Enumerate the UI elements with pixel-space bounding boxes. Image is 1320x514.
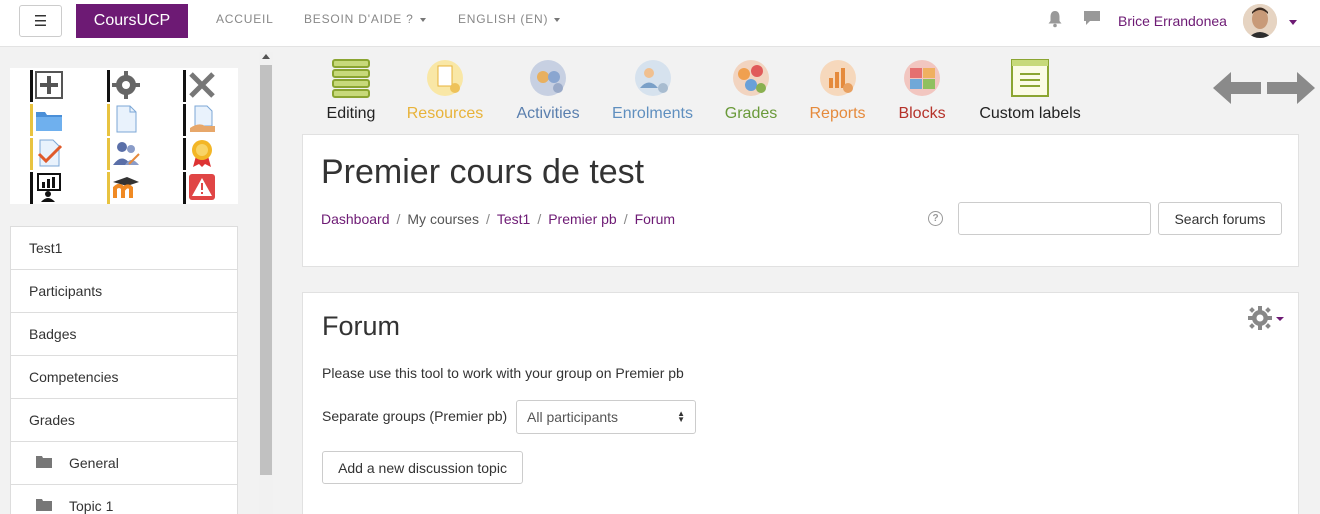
chevron-down-icon	[419, 17, 426, 22]
select-arrows-icon: ▲ ▼	[677, 409, 685, 424]
scroll-up-arrow-icon[interactable]	[262, 54, 270, 59]
brand-logo[interactable]: CoursUCP	[76, 4, 188, 38]
search-forums-button[interactable]: Search forums	[1158, 202, 1282, 235]
tool-label: Enrolments	[612, 105, 693, 122]
page-title: Premier cours de test	[321, 153, 645, 191]
folder-icon	[36, 499, 52, 511]
report-icon[interactable]	[30, 172, 64, 204]
sidebar-item-label: Participants	[29, 283, 103, 299]
gear-icon	[1248, 306, 1284, 330]
breadcrumb-current[interactable]: Forum	[635, 211, 675, 227]
sidebar-item-label: Grades	[29, 412, 75, 428]
nav-link-home[interactable]: ACCUEIL	[216, 12, 274, 26]
folder-icon[interactable]	[30, 104, 64, 136]
file-share-icon[interactable]	[183, 104, 217, 136]
group-select[interactable]: All participants ▲ ▼	[516, 400, 696, 434]
tool-activities[interactable]: Activities	[512, 58, 584, 123]
breadcrumb-link[interactable]: Dashboard	[321, 211, 390, 227]
chat-icon[interactable]	[1083, 10, 1101, 26]
breadcrumb-separator: /	[537, 211, 542, 227]
tool-editing[interactable]: Editing	[326, 58, 376, 123]
gear-icon[interactable]	[107, 70, 141, 102]
chevron-down-icon	[554, 17, 561, 22]
page-header-card: Premier cours de test Dashboard / My cours…	[302, 134, 1299, 267]
breadcrumb-link[interactable]: My courses	[407, 211, 479, 227]
search-input[interactable]	[958, 202, 1151, 235]
sidebar-item-general[interactable]: General	[11, 442, 237, 485]
breadcrumb-separator: /	[623, 211, 628, 227]
tool-label: Grades	[724, 105, 778, 122]
custom-labels-icon	[1011, 59, 1049, 97]
tool-grades[interactable]: Grades	[722, 58, 780, 123]
add-discussion-button[interactable]: Add a new discussion topic	[322, 451, 523, 484]
bell-icon[interactable]	[1047, 10, 1063, 28]
reports-icon	[819, 60, 856, 96]
sidebar-item-label: Test1	[29, 240, 63, 256]
enrolments-icon	[634, 60, 671, 96]
grades-icon	[733, 60, 769, 96]
group-select-value: All participants	[527, 409, 619, 425]
move-arrows-icon[interactable]	[1213, 70, 1315, 106]
tool-reports[interactable]: Reports	[806, 58, 869, 123]
tool-blocks[interactable]: Blocks	[896, 58, 948, 123]
assignment-icon[interactable]	[30, 138, 64, 170]
user-menu-chevron-icon[interactable]	[1289, 20, 1297, 25]
nav-link-language[interactable]: ENGLISH (EN)	[458, 12, 561, 26]
sidebar-scrollbar[interactable]	[259, 52, 273, 514]
folder-icon	[36, 456, 52, 468]
delete-icon[interactable]	[183, 70, 217, 102]
tool-custom-labels[interactable]: Custom labels	[978, 58, 1082, 123]
breadcrumb-link[interactable]: Test1	[497, 211, 530, 227]
warning-icon[interactable]	[183, 172, 217, 204]
tool-label: Activities	[516, 105, 580, 122]
blocks-icon	[904, 60, 940, 96]
tool-label: Resources	[406, 105, 484, 122]
quick-action-grid	[10, 68, 238, 204]
forum-title: Forum	[322, 311, 401, 341]
help-icon[interactable]: ?	[928, 211, 943, 226]
sidebar-item-label: Topic 1	[69, 498, 114, 514]
scroll-thumb[interactable]	[260, 65, 272, 475]
sidebar-item-badges[interactable]: Badges	[11, 313, 237, 356]
forum-description: Please use this tool to work with your g…	[322, 365, 684, 381]
file-icon[interactable]	[107, 104, 141, 136]
sidebar-item-label: Badges	[29, 326, 77, 342]
editing-icon	[332, 59, 370, 98]
tool-enrolments[interactable]: Enrolments	[609, 58, 696, 123]
group-selector-label: Separate groups (Premier pb)	[322, 408, 508, 424]
sidebar-item-participants[interactable]: Participants	[11, 270, 237, 313]
tool-resources[interactable]: Resources	[404, 58, 486, 123]
forum-card: Forum Please use this tool to work with …	[302, 292, 1299, 514]
moodle-icon[interactable]	[107, 172, 141, 204]
sidebar-item-label: Competencies	[29, 369, 119, 385]
sidebar-item-label: General	[69, 455, 119, 471]
nav-link-label: ACCUEIL	[216, 12, 274, 26]
breadcrumb-separator: /	[396, 211, 401, 227]
menu-toggle-button[interactable]: ☰	[19, 5, 62, 37]
add-icon[interactable]	[30, 70, 64, 102]
breadcrumb: Dashboard / My courses / Test1 / Premier pb / Fo…	[321, 211, 675, 227]
activities-icon	[530, 60, 566, 96]
tool-label: Editing	[326, 105, 376, 122]
sidebar-item-grades[interactable]: Grades	[11, 399, 237, 442]
tool-label: Custom labels	[979, 105, 1081, 122]
breadcrumb-separator: /	[485, 211, 490, 227]
nav-link-label: BESOIN D'AIDE ?	[304, 12, 414, 26]
tool-label: Reports	[809, 105, 866, 122]
badge-icon[interactable]	[183, 138, 217, 170]
sidebar-item-competencies[interactable]: Competencies	[11, 356, 237, 399]
course-nav-sidebar: Test1 Participants Badges Competencies G…	[10, 226, 238, 514]
top-navbar: ☰ CoursUCP ACCUEIL BESOIN D'AIDE ? ENGLI…	[0, 0, 1320, 47]
sidebar-item-topic-1[interactable]: Topic 1	[11, 485, 237, 514]
user-name[interactable]: Brice Errandonea	[1118, 13, 1227, 29]
users-icon[interactable]	[107, 138, 141, 170]
forum-settings-menu[interactable]	[1247, 305, 1287, 331]
nav-link-help[interactable]: BESOIN D'AIDE ?	[304, 12, 426, 26]
resources-icon	[427, 60, 463, 96]
sidebar-item-test1[interactable]: Test1	[11, 227, 237, 270]
nav-link-label: ENGLISH (EN)	[458, 12, 549, 26]
breadcrumb-link[interactable]: Premier pb	[548, 211, 616, 227]
tool-label: Blocks	[898, 105, 946, 122]
avatar[interactable]	[1243, 4, 1277, 38]
